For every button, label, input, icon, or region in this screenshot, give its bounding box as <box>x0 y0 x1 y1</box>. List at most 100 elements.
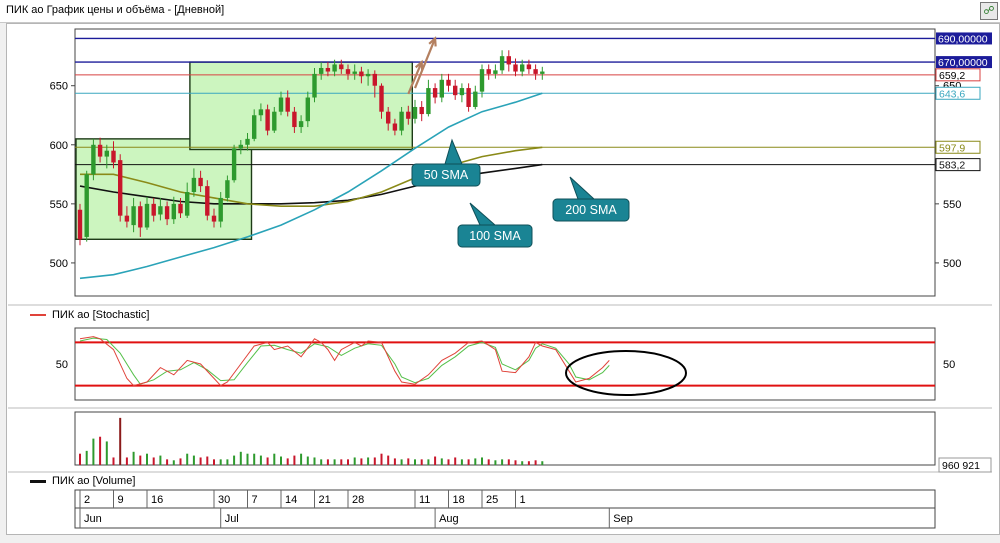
volume-bar <box>293 455 296 465</box>
candle-body <box>453 85 458 96</box>
volume-legend: ПИК ао [Volume] <box>30 475 135 487</box>
volume-bar <box>186 453 189 465</box>
stoch-tick-left: 50 <box>56 359 68 371</box>
candle-body <box>178 203 183 214</box>
volume-bar <box>99 436 102 465</box>
candle-body <box>252 115 257 139</box>
price-tick-label-left: 550 <box>50 199 68 211</box>
candle-body <box>365 73 371 77</box>
candle-body <box>151 203 156 216</box>
volume-bar <box>360 458 363 465</box>
price-tick-label-left: 600 <box>50 140 68 152</box>
level-583-label: 583,2 <box>939 160 965 172</box>
candle-body <box>77 209 83 240</box>
volume-bar <box>280 456 282 465</box>
candle-body <box>399 111 404 131</box>
candle-body <box>466 88 471 107</box>
candle-body <box>439 79 444 98</box>
volume-bar <box>340 459 343 465</box>
candle-body <box>473 91 478 107</box>
candle-body <box>386 111 391 124</box>
volume-bar <box>226 459 229 465</box>
x-month-label: Jun <box>84 513 102 525</box>
candle-body <box>104 150 109 157</box>
volume-bar <box>300 453 303 465</box>
consolidation-box-1 <box>75 138 253 240</box>
price-tick-label-right: 550 <box>943 199 961 211</box>
candle-body <box>446 79 451 86</box>
volume-bar <box>105 441 108 465</box>
x-day-label: 14 <box>285 494 297 506</box>
volume-panel <box>74 411 936 466</box>
candle-body <box>185 192 190 216</box>
candle-body <box>392 123 398 131</box>
volume-bar <box>501 459 504 465</box>
volume-bar <box>467 459 470 465</box>
x-day-label: 1 <box>520 494 526 506</box>
candle-body <box>325 67 331 72</box>
volume-bar <box>460 459 463 465</box>
candle-body <box>91 144 96 175</box>
x-month-label: Jul <box>225 513 239 525</box>
candle-body <box>278 97 284 112</box>
candle-body <box>332 64 337 72</box>
volume-bar <box>333 459 336 465</box>
volume-bar <box>400 459 403 465</box>
chart-canvas: 650650600600550550500500690,00000670,000… <box>8 28 992 529</box>
candle-body <box>138 206 143 228</box>
x-day-label: 25 <box>486 494 498 506</box>
price-tick-label-right: 500 <box>943 258 961 270</box>
candle-body <box>111 150 116 163</box>
candle-body <box>131 206 136 226</box>
x-day-label: 9 <box>118 494 124 506</box>
candle-body <box>164 206 170 220</box>
candle-body <box>493 70 498 74</box>
volume-bar <box>454 457 457 465</box>
volume-bar <box>146 453 148 465</box>
volume-legend-swatch <box>30 479 46 483</box>
callout-label-2: 100 SMA <box>469 229 521 243</box>
candle-body <box>339 64 344 70</box>
volume-bar <box>79 453 81 465</box>
volume-bar <box>313 457 316 465</box>
volume-bar <box>139 455 142 465</box>
volume-bar <box>112 457 115 465</box>
stochastic-legend: ПИК ао [Stochastic] <box>30 309 149 321</box>
level-690-label: 690,00000 <box>938 33 988 45</box>
volume-bar <box>233 455 236 465</box>
volume-bar <box>481 457 483 465</box>
volume-bar <box>521 461 524 465</box>
x-axis <box>74 489 936 529</box>
volume-bar <box>320 459 323 465</box>
volume-bar <box>119 417 122 465</box>
candle-body <box>265 109 270 131</box>
volume-bar <box>367 457 370 465</box>
volume-bar <box>494 460 497 465</box>
volume-bar <box>373 457 376 465</box>
volume-bar <box>487 459 490 465</box>
level-643-label: 643,6 <box>939 88 965 100</box>
candle-body <box>285 97 290 112</box>
candle-body <box>352 71 357 74</box>
candle-body <box>319 67 324 74</box>
volume-bar <box>507 459 510 465</box>
candle-body <box>372 73 377 86</box>
volume-bar <box>125 457 128 465</box>
volume-bar <box>414 459 416 465</box>
volume-bar <box>326 459 329 465</box>
stoch-tick-right: 50 <box>943 359 955 371</box>
candle-body <box>533 69 538 74</box>
x-month-label: Sep <box>613 513 633 525</box>
candle-body <box>459 88 465 96</box>
volume-bar <box>132 451 135 465</box>
candle-body <box>520 64 525 72</box>
candle-body <box>231 148 237 181</box>
stochastic-panel <box>74 327 936 401</box>
volume-bar <box>541 461 544 465</box>
candle-body <box>225 180 230 198</box>
x-day-label: 28 <box>352 494 364 506</box>
candle-body <box>258 109 264 116</box>
candle-body <box>426 88 431 115</box>
candle-body <box>506 56 511 65</box>
volume-bar <box>527 461 530 465</box>
